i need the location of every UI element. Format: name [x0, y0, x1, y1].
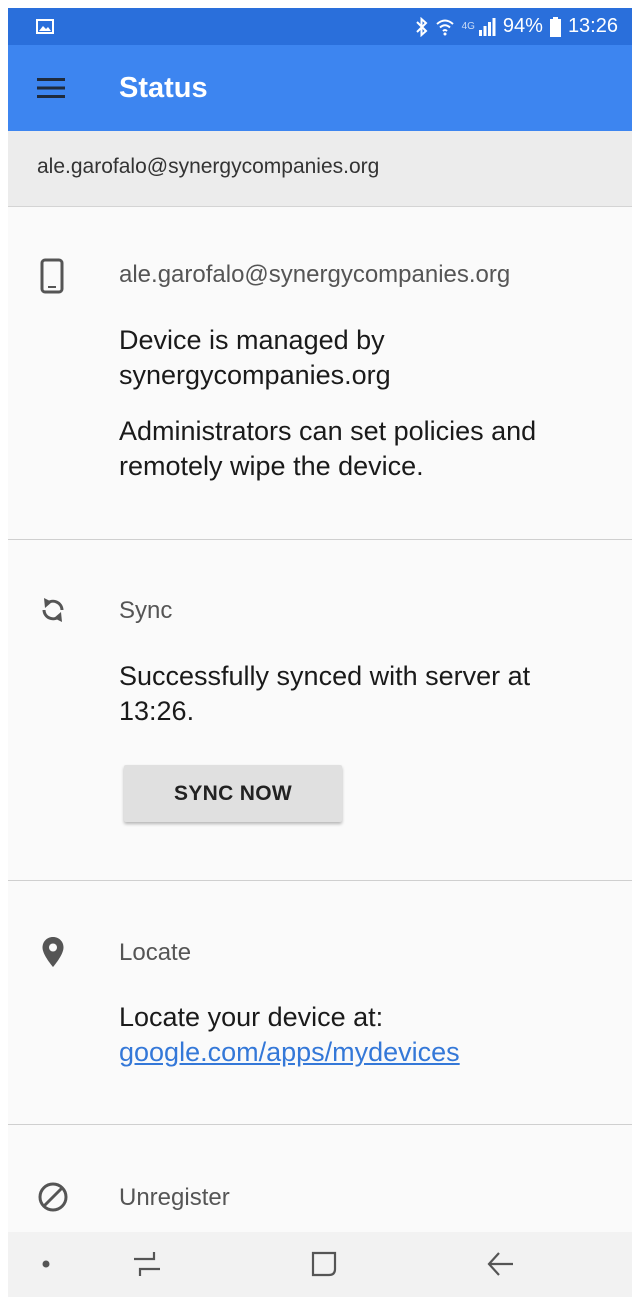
block-icon — [38, 1182, 68, 1212]
wifi-icon — [435, 19, 454, 35]
account-email: ale.garofalo@synergycompanies.org — [37, 155, 380, 178]
gallery-notification-icon — [36, 19, 54, 34]
battery-percent: 94% — [502, 15, 543, 37]
network-type: 4G — [461, 21, 475, 32]
mydevices-link[interactable]: google.com/apps/mydevices — [119, 1037, 460, 1067]
recent-apps-icon[interactable] — [132, 1250, 162, 1278]
location-pin-icon — [42, 937, 64, 967]
sync-title: Sync — [119, 597, 173, 624]
page-title: Status — [119, 72, 208, 104]
status-indicators: 4G 94% 13:26 — [415, 8, 618, 45]
battery-icon — [549, 16, 561, 37]
back-icon[interactable] — [487, 1251, 515, 1277]
status-bar: 4G 94% 13:26 — [8, 8, 632, 45]
locate-prefix: Locate your device at: — [119, 1002, 384, 1032]
navigation-bar — [8, 1232, 632, 1297]
sync-now-button[interactable]: SYNC NOW — [124, 765, 342, 822]
account-header: ale.garofalo@synergycompanies.org — [8, 131, 632, 207]
unregister-section[interactable]: Unregister — [8, 1125, 632, 1245]
sync-icon — [42, 598, 64, 622]
device-account: ale.garofalo@synergycompanies.org — [119, 261, 511, 288]
signal-icon — [478, 17, 496, 36]
device-section: ale.garofalo@synergycompanies.org Device… — [8, 207, 632, 540]
home-icon[interactable] — [310, 1250, 338, 1278]
phone-icon — [40, 258, 64, 294]
menu-icon[interactable] — [36, 75, 66, 101]
sync-section: Sync Successfully synced with server at … — [8, 540, 632, 881]
clock: 13:26 — [567, 15, 618, 37]
managed-text: Device is managed by synergycompanies.or… — [119, 325, 391, 390]
unregister-title: Unregister — [119, 1184, 230, 1211]
screen: 4G 94% 13:26 Status ale.garofalo@synergy… — [8, 8, 632, 1297]
bluetooth-icon — [415, 16, 428, 37]
app-bar: Status — [8, 45, 632, 131]
locate-title: Locate — [119, 939, 192, 966]
locate-section: Locate Locate your device at: google.com… — [8, 881, 632, 1125]
locate-text: Locate your device at: google.com/apps/m… — [119, 1000, 609, 1070]
dot-icon[interactable] — [41, 1259, 51, 1269]
policy-text: Administrators can set policies and remo… — [119, 416, 537, 481]
sync-status-text: Successfully synced with server at 13:26… — [119, 661, 531, 726]
